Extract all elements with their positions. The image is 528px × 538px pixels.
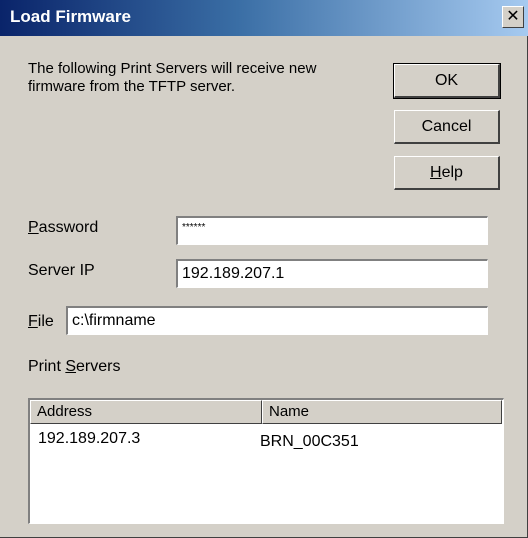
file-label: File [28, 313, 54, 331]
row-address: 192.189.207.3 [38, 430, 141, 447]
print-servers-label-post: ervers [76, 358, 121, 375]
help-button-label: Help [430, 164, 463, 181]
print-servers-label: Print Servers [28, 358, 120, 376]
title-bar[interactable]: Load Firmware ✕ [0, 0, 528, 36]
password-label: Password [28, 219, 98, 237]
help-rest: elp [441, 164, 463, 181]
window-title: Load Firmware [10, 7, 131, 26]
column-header-address[interactable]: Address [30, 400, 262, 424]
file-label-rest: ile [37, 313, 54, 330]
column-header-name[interactable]: Name [262, 400, 502, 424]
row-name: BRN_00C351 [260, 433, 359, 450]
cancel-button[interactable]: Cancel [394, 110, 500, 144]
file-field[interactable]: c:\firmname [66, 306, 488, 335]
intro-text: The following Print Servers will receive… [28, 60, 317, 95]
password-label-rest: assword [38, 219, 99, 236]
print-servers-list[interactable]: Address Name 192.189.207.3 BRN_00C351 [28, 398, 504, 524]
help-hotkey: H [430, 164, 442, 181]
print-servers-hotkey: S [65, 358, 77, 375]
close-icon: ✕ [506, 8, 520, 25]
server-ip-label: Server IP [28, 262, 95, 279]
password-hotkey: P [28, 219, 39, 236]
load-firmware-dialog: Load Firmware ✕ The following Print Serv… [0, 0, 528, 538]
print-servers-label-pre: Print [28, 358, 66, 375]
password-field[interactable]: ****** [176, 216, 488, 245]
close-button[interactable]: ✕ [502, 6, 524, 28]
file-hotkey: F [28, 313, 38, 330]
help-button[interactable]: Help [394, 156, 500, 190]
ok-button[interactable]: OK [393, 63, 501, 99]
server-ip-field[interactable]: 192.189.207.1 [176, 259, 488, 288]
